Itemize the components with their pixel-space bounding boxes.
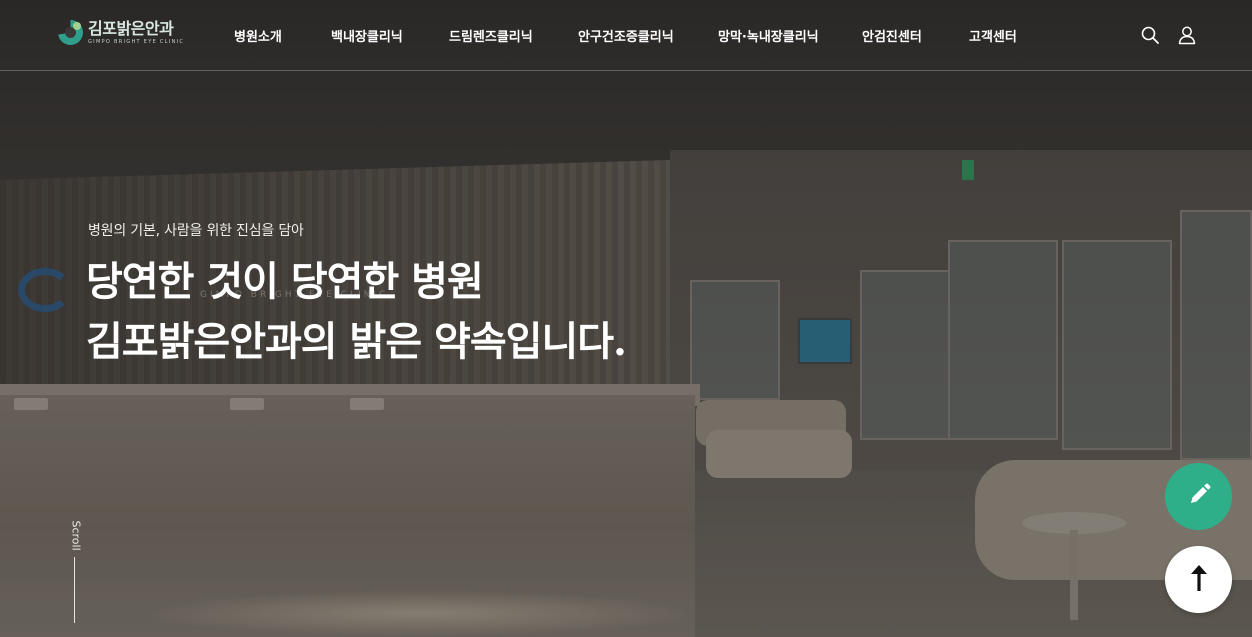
hero-headline-line1: 당연한 것이 당연한 병원 [86,258,484,305]
nav-item-checkup[interactable]: 안검진센터 [862,26,922,45]
nav-item-dry-eye[interactable]: 안구건조증클리닉 [578,26,674,45]
logo-mark-icon [58,20,83,45]
consult-button[interactable] [1165,463,1232,530]
scroll-label: Scroll [69,520,83,551]
brand-logo[interactable]: 김포밝은안과 GIMPO BRIGHT EYE CLINIC [58,20,184,45]
user-icon[interactable] [1176,24,1198,46]
scroll-line [74,557,75,623]
logo-subtitle: GIMPO BRIGHT EYE CLINIC [88,38,185,45]
nav-item-about[interactable]: 병원소개 [234,26,282,45]
hero-eyebrow: 병원의 기본, 사람을 위한 진심을 담아 [88,223,304,239]
search-icon[interactable] [1139,24,1161,46]
hero-headline: 당연한 것이 당연한 병원 김포밝은안과의 밝은 약속입니다. [86,252,627,372]
site-header: 김포밝은안과 GIMPO BRIGHT EYE CLINIC 병원소개 백내장클… [0,0,1252,71]
hero-headline-line2: 김포밝은안과의 밝은 약속입니다. [86,318,627,365]
pencil-icon [1186,482,1212,512]
logo-name: 김포밝은안과 [88,18,174,38]
arrow-up-icon [1188,563,1210,597]
nav-item-retina-glaucoma[interactable]: 망막·녹내장클리닉 [718,26,819,45]
nav-item-cataract[interactable]: 백내장클리닉 [331,26,403,45]
logo-text: 김포밝은안과 GIMPO BRIGHT EYE CLINIC [88,18,185,45]
back-to-top-button[interactable] [1165,546,1232,613]
nav-item-customer-center[interactable]: 고객센터 [969,26,1017,45]
nav-item-dreamlens[interactable]: 드림렌즈클리닉 [449,26,533,45]
